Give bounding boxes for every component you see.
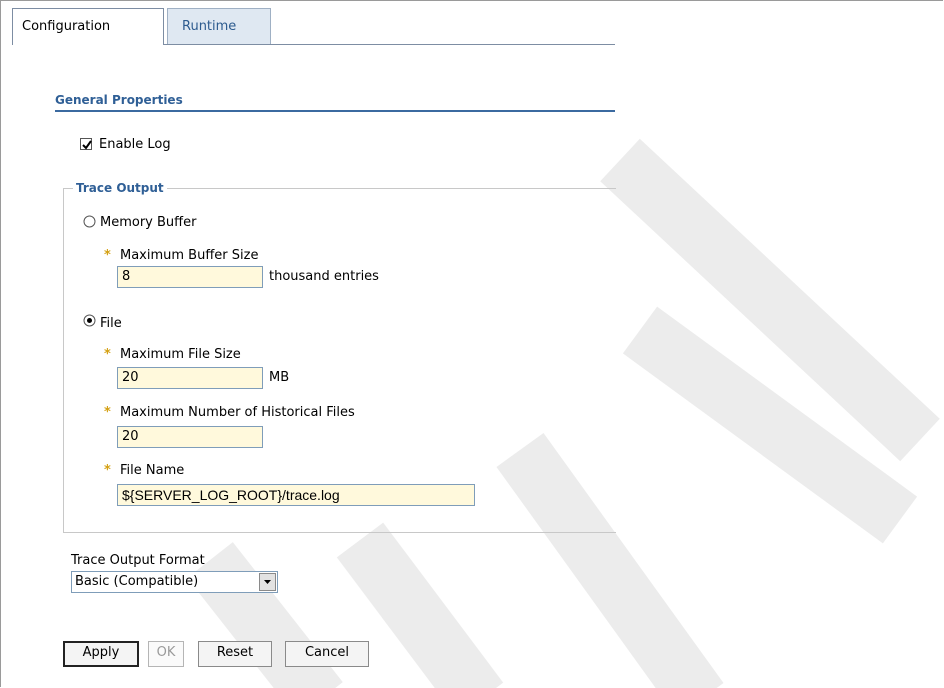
memory-buffer-radio[interactable] bbox=[83, 215, 96, 228]
memory-buffer-label: Memory Buffer bbox=[100, 215, 197, 230]
max-historical-files-input[interactable]: 20 bbox=[117, 426, 263, 448]
max-historical-files-label: Maximum Number of Historical Files bbox=[120, 405, 355, 420]
reset-button[interactable]: Reset bbox=[198, 641, 272, 667]
dropdown-button[interactable] bbox=[259, 573, 276, 591]
max-buffer-size-label: Maximum Buffer Size bbox=[120, 248, 259, 263]
required-marker: * bbox=[104, 347, 111, 362]
max-file-size-input[interactable]: 20 bbox=[117, 367, 263, 389]
tab-configuration[interactable]: Configuration bbox=[12, 8, 164, 45]
required-marker: * bbox=[104, 463, 111, 478]
section-title-general-properties: General Properties bbox=[55, 93, 183, 107]
file-name-label: File Name bbox=[120, 463, 185, 478]
max-file-size-unit: MB bbox=[269, 370, 290, 385]
enable-log-label: Enable Log bbox=[99, 137, 171, 152]
trace-output-legend: Trace Output bbox=[73, 181, 167, 195]
chevron-down-icon bbox=[264, 580, 271, 584]
file-radio[interactable] bbox=[83, 314, 96, 327]
trace-output-format-label: Trace Output Format bbox=[71, 553, 205, 568]
max-file-size-label: Maximum File Size bbox=[120, 347, 241, 362]
trace-output-format-select[interactable]: Basic (Compatible) bbox=[71, 571, 278, 593]
tab-divider bbox=[164, 44, 615, 45]
checkmark-icon bbox=[82, 140, 92, 150]
max-buffer-size-unit: thousand entries bbox=[269, 269, 379, 284]
section-divider bbox=[55, 110, 615, 112]
file-label: File bbox=[100, 316, 122, 331]
cancel-button[interactable]: Cancel bbox=[285, 641, 369, 667]
apply-button[interactable]: Apply bbox=[63, 641, 139, 667]
file-name-input[interactable]: ${SERVER_LOG_ROOT}/trace.log bbox=[117, 484, 475, 506]
required-marker: * bbox=[104, 405, 111, 420]
enable-log-checkbox[interactable] bbox=[80, 138, 92, 150]
trace-output-format-value: Basic (Compatible) bbox=[75, 574, 199, 589]
required-marker: * bbox=[104, 248, 111, 263]
max-buffer-size-input[interactable]: 8 bbox=[117, 266, 263, 288]
tab-runtime[interactable]: Runtime bbox=[167, 8, 271, 45]
ok-button[interactable]: OK bbox=[148, 641, 184, 667]
